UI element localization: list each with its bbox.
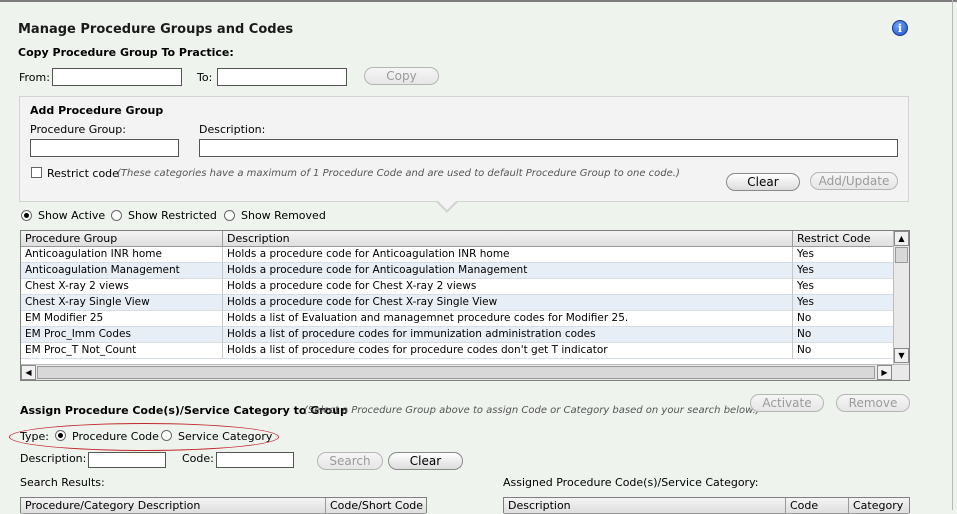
cell-description: Holds a procedure code for Chest X-ray 2…	[223, 279, 793, 295]
horizontal-scroll-thumb[interactable]	[37, 366, 875, 379]
restrict-code-label: Restrict code	[47, 167, 119, 180]
table-row[interactable]: Anticoagulation Management Holds a proce…	[21, 263, 893, 279]
right-border	[952, 0, 953, 510]
show-active-label: Show Active	[38, 209, 106, 222]
info-icon[interactable]: i	[892, 20, 908, 36]
description-input[interactable]	[199, 139, 898, 157]
cell-restrict-code: No	[797, 312, 812, 324]
page-title: Manage Procedure Groups and Codes	[18, 22, 294, 37]
assigned-header: Description Code Category	[504, 498, 909, 514]
procedure-group-input[interactable]	[30, 139, 179, 157]
search-results-header: Procedure/Category Description Code/Shor…	[21, 498, 426, 514]
column-header-code-short-code[interactable]: Code/Short Code	[326, 498, 426, 514]
column-header-procedure-category-description[interactable]: Procedure/Category Description	[21, 498, 326, 514]
remove-button[interactable]: Remove	[836, 394, 910, 412]
search-code-label: Code:	[182, 452, 214, 465]
table-row[interactable]: EM Proc_T Not_Count Holds a list of proc…	[21, 343, 893, 359]
cell-restrict-code: No	[797, 328, 812, 340]
from-input[interactable]	[52, 68, 182, 86]
assign-section-note: (Select a Procedure Group above to assig…	[304, 405, 760, 416]
copy-section-title: Copy Procedure Group To Practice:	[18, 46, 234, 59]
show-removed-radio[interactable]	[224, 210, 235, 221]
assign-section-title: Assign Procedure Code(s)/Service Categor…	[20, 404, 348, 417]
scroll-left-icon[interactable]: ◀	[21, 365, 36, 380]
assigned-title: Assigned Procedure Code(s)/Service Categ…	[503, 476, 759, 489]
table-row[interactable]: Chest X-ray Single View Holds a procedur…	[21, 295, 893, 311]
add-group-title: Add Procedure Group	[30, 104, 164, 117]
cell-procedure-group: EM Modifier 25	[21, 311, 223, 327]
scroll-down-icon[interactable]: ▼	[894, 348, 909, 363]
column-header-category[interactable]: Category	[849, 498, 909, 514]
table-row[interactable]: Chest X-ray 2 views Holds a procedure co…	[21, 279, 893, 295]
search-button[interactable]: Search	[317, 452, 383, 470]
table-row[interactable]: EM Proc_Imm Codes Holds a list of proced…	[21, 327, 893, 343]
column-header-code[interactable]: Code	[786, 498, 849, 514]
cell-restrict-code: Yes	[797, 296, 814, 308]
copy-button[interactable]: Copy	[364, 67, 439, 85]
panel-notch-inner	[437, 200, 457, 210]
cell-procedure-group: Chest X-ray Single View	[21, 295, 223, 311]
cell-procedure-group: EM Proc_Imm Codes	[21, 327, 223, 343]
service-category-radio[interactable]	[161, 430, 172, 441]
cell-description: Holds a procedure code for Chest X-ray S…	[223, 295, 793, 311]
table-row[interactable]: EM Modifier 25 Holds a list of Evaluatio…	[21, 311, 893, 327]
search-description-label: Description:	[20, 452, 87, 465]
cell-restrict-code: Yes	[797, 264, 814, 276]
column-header-procedure-group[interactable]: Procedure Group	[21, 231, 223, 247]
search-results-table: Procedure/Category Description Code/Shor…	[20, 497, 427, 514]
cell-procedure-group: Chest X-ray 2 views	[21, 279, 223, 295]
cell-procedure-group: EM Proc_T Not_Count	[21, 343, 223, 359]
search-description-input[interactable]	[88, 452, 166, 468]
show-restricted-radio[interactable]	[111, 210, 122, 221]
column-header-description[interactable]: Description	[223, 231, 793, 247]
column-header-restrict-code[interactable]: Restrict Code	[793, 231, 893, 247]
procedure-code-radio[interactable]	[55, 430, 66, 441]
assigned-table: Description Code Category	[503, 497, 910, 514]
cell-description: Holds a procedure code for Anticoagulati…	[223, 263, 793, 279]
procedure-code-label: Procedure Code	[72, 430, 159, 443]
column-header-description[interactable]: Description	[504, 498, 786, 514]
from-label: From:	[19, 71, 50, 84]
cell-description: Holds a list of Evaluation and managemne…	[223, 311, 793, 327]
description-label: Description:	[199, 123, 266, 136]
top-border	[0, 0, 957, 2]
service-category-label: Service Category	[178, 430, 273, 443]
search-code-input[interactable]	[216, 452, 294, 468]
procedure-group-label: Procedure Group:	[30, 123, 126, 136]
restrict-code-note: (These categories have a maximum of 1 Pr…	[117, 168, 680, 179]
vertical-scroll-thumb[interactable]	[895, 247, 908, 263]
cell-restrict-code: No	[797, 344, 812, 356]
procedure-groups-table: Procedure Group Description Restrict Cod…	[20, 230, 910, 381]
table-row[interactable]: Anticoagulation INR home Holds a procedu…	[21, 247, 893, 263]
to-input[interactable]	[217, 68, 347, 86]
clear-group-button[interactable]: Clear	[726, 173, 800, 191]
search-results-title: Search Results:	[20, 476, 105, 489]
show-removed-label: Show Removed	[241, 209, 326, 222]
cell-description: Holds a list of procedure codes for immu…	[223, 327, 793, 343]
activate-button[interactable]: Activate	[750, 394, 824, 412]
scroll-up-icon[interactable]: ▲	[894, 231, 909, 246]
cell-restrict-code: Yes	[797, 280, 814, 292]
table-header: Procedure Group Description Restrict Cod…	[21, 231, 893, 247]
cell-procedure-group: Anticoagulation Management	[21, 263, 223, 279]
cell-description: Holds a procedure code for Anticoagulati…	[223, 247, 793, 263]
restrict-code-checkbox[interactable]	[31, 167, 42, 178]
cell-restrict-code: Yes	[797, 248, 814, 260]
show-active-radio[interactable]	[21, 210, 32, 221]
cell-procedure-group: Anticoagulation INR home	[21, 247, 223, 263]
type-label: Type:	[20, 430, 49, 443]
show-restricted-label: Show Restricted	[128, 209, 217, 222]
to-label: To:	[197, 71, 213, 84]
clear-search-button[interactable]: Clear	[388, 452, 463, 470]
horizontal-scrollbar[interactable]: ◀ ▶	[21, 364, 909, 380]
vertical-scrollbar[interactable]: ▲ ▼	[893, 231, 909, 364]
add-update-button[interactable]: Add/Update	[810, 172, 898, 190]
scroll-right-icon[interactable]: ▶	[877, 365, 892, 380]
cell-description: Holds a list of procedure codes for proc…	[223, 343, 793, 359]
